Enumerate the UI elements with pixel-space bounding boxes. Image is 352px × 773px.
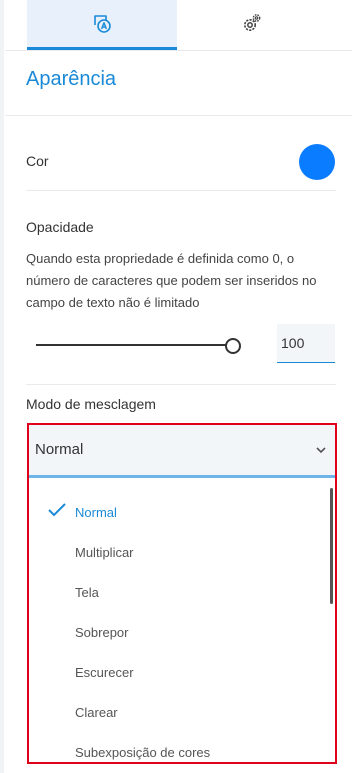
- blend-option-sobrepor[interactable]: Sobrepor: [29, 608, 329, 648]
- opacity-label: Opacidade: [26, 219, 94, 235]
- tab-appearance[interactable]: [27, 0, 177, 50]
- blend-mode-selected-value: Normal: [35, 441, 84, 458]
- gear-icon: [241, 12, 263, 39]
- left-edge-strip: [0, 0, 4, 773]
- tab-settings[interactable]: [177, 0, 327, 50]
- blend-option-multiplicar[interactable]: Multiplicar: [29, 528, 329, 568]
- properties-panel: Aparência Cor Opacidade Quando esta prop…: [5, 0, 352, 773]
- blend-option-label: Multiplicar: [75, 545, 134, 560]
- chevron-down-icon: [315, 443, 327, 455]
- blend-option-escurecer[interactable]: Escurecer: [29, 648, 329, 688]
- appearance-icon: [91, 12, 113, 39]
- scrollbar-thumb[interactable]: [330, 488, 333, 604]
- blend-option-label: Escurecer: [75, 665, 134, 680]
- opacity-description: Quando esta propriedade é definida como …: [26, 251, 317, 310]
- tab-active-indicator: [27, 47, 177, 50]
- blend-option-subexposicao-de-cores[interactable]: Subexposição de cores: [29, 728, 329, 768]
- blend-option-normal[interactable]: Normal: [29, 488, 329, 528]
- blend-option-clarear[interactable]: Clarear: [29, 688, 329, 728]
- opacity-slider-thumb[interactable]: [225, 338, 241, 354]
- blend-mode-dropdown: Normal Normal Multiplicar Tela Sobrepor: [27, 423, 337, 764]
- tab-bar: [5, 0, 352, 51]
- color-label: Cor: [26, 153, 49, 169]
- scrollbar[interactable]: [329, 484, 335, 760]
- blend-mode-options-list: Normal Multiplicar Tela Sobrepor Escurec…: [29, 480, 335, 762]
- opacity-slider-track[interactable]: [36, 344, 232, 346]
- blend-mode-select[interactable]: Normal: [29, 425, 335, 478]
- blend-mode-label: Modo de mesclagem: [26, 396, 156, 412]
- blend-option-label: Subexposição de cores: [75, 745, 211, 760]
- checkmark-icon: [47, 502, 67, 518]
- divider: [5, 115, 352, 116]
- section-title: Aparência: [26, 68, 117, 90]
- color-swatch[interactable]: [299, 144, 335, 180]
- blend-option-tela[interactable]: Tela: [29, 568, 329, 608]
- divider: [26, 384, 336, 385]
- blend-option-label: Normal: [75, 505, 117, 520]
- blend-option-label: Tela: [75, 585, 99, 600]
- blend-option-label: Clarear: [75, 705, 118, 720]
- opacity-input[interactable]: [277, 324, 335, 363]
- divider: [26, 190, 336, 191]
- blend-option-label: Sobrepor: [75, 625, 129, 640]
